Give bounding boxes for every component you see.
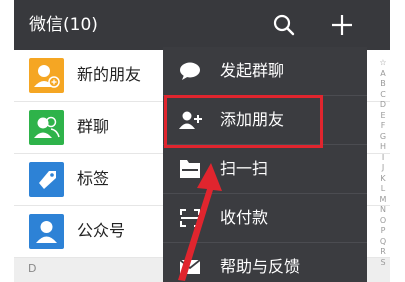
index-letter[interactable]: E bbox=[378, 111, 388, 122]
pointer-arrow-icon bbox=[178, 163, 222, 281]
index-letter[interactable]: I bbox=[378, 153, 388, 164]
tag-icon bbox=[29, 162, 64, 197]
wechat-screen: 微信(10) 新的朋友 群聊 标签 公众号 D ☆ A B C D E F G … bbox=[14, 0, 390, 282]
index-letter[interactable]: M bbox=[378, 195, 388, 206]
menu-item-label: 收付款 bbox=[220, 208, 269, 227]
menu-item-label: 发起群聊 bbox=[220, 61, 285, 80]
menu-item-label: 扫一扫 bbox=[220, 159, 269, 178]
index-letter[interactable]: N bbox=[378, 205, 388, 216]
page-title: 微信(10) bbox=[29, 15, 98, 35]
list-item-label: 公众号 bbox=[77, 221, 126, 240]
group-icon bbox=[29, 110, 64, 145]
index-letter[interactable]: P bbox=[378, 226, 388, 237]
index-letter[interactable]: S bbox=[378, 258, 388, 269]
list-item-label: 群聊 bbox=[77, 117, 110, 136]
add-friend-icon bbox=[29, 58, 64, 93]
section-letter: D bbox=[28, 262, 37, 275]
menu-item-label: 帮助与反馈 bbox=[220, 257, 301, 276]
index-letter[interactable]: D bbox=[378, 100, 388, 111]
index-letter[interactable]: J bbox=[378, 163, 388, 174]
index-letter[interactable]: H bbox=[378, 142, 388, 153]
highlight-box bbox=[164, 95, 323, 148]
alphabet-index[interactable]: ☆ A B C D E F G H I J K L M N O P Q R S bbox=[378, 58, 388, 268]
index-letter[interactable]: Q bbox=[378, 237, 388, 248]
top-bar: 微信(10) bbox=[14, 0, 390, 50]
chat-bubble-icon bbox=[179, 61, 201, 81]
index-letter[interactable]: R bbox=[378, 247, 388, 258]
index-letter[interactable]: L bbox=[378, 184, 388, 195]
list-item-label: 新的朋友 bbox=[77, 65, 142, 84]
index-letter[interactable]: F bbox=[378, 121, 388, 132]
index-letter[interactable]: B bbox=[378, 79, 388, 90]
index-letter[interactable]: G bbox=[378, 132, 388, 143]
menu-item-start-group-chat[interactable]: 发起群聊 bbox=[163, 47, 367, 96]
index-letter[interactable]: O bbox=[378, 216, 388, 227]
list-item-label: 标签 bbox=[77, 169, 110, 188]
index-letter[interactable]: A bbox=[378, 69, 388, 80]
index-letter[interactable]: ☆ bbox=[378, 58, 388, 69]
index-letter[interactable]: C bbox=[378, 90, 388, 101]
search-icon[interactable] bbox=[271, 12, 297, 38]
official-account-icon bbox=[29, 214, 64, 249]
plus-icon[interactable] bbox=[329, 12, 355, 38]
index-letter[interactable]: K bbox=[378, 174, 388, 185]
